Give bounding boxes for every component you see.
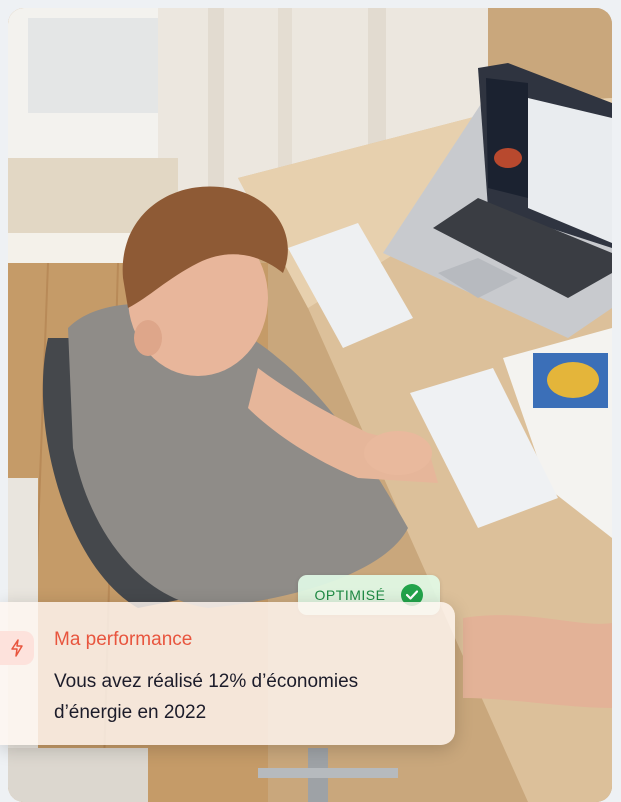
card-title: Ma performance [54,629,193,650]
card-description: Vous avez réalisé 12% d’économies d’éner… [54,671,359,723]
performance-card: Ma performance Vous avez réalisé 12% d’é… [0,602,455,745]
lightning-bolt-icon [0,631,34,665]
status-badge-label: OPTIMISÉ [314,587,386,603]
